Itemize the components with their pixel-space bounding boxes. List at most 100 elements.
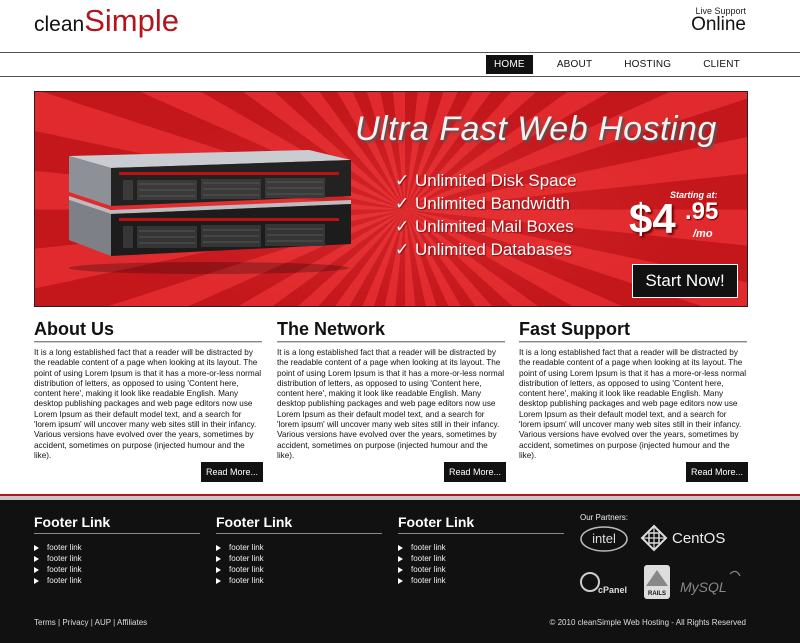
arrow-right-icon — [34, 544, 39, 551]
nav-home[interactable]: HOME — [486, 55, 533, 74]
hero-banner: Ultra Fast Web Hosting ✓ Unlimited Disk … — [34, 91, 748, 307]
footer-link-item[interactable]: footer link — [34, 542, 200, 553]
footer-link-item[interactable]: footer link — [216, 542, 382, 553]
arrow-right-icon — [398, 544, 403, 551]
footer-column-divider — [34, 533, 200, 534]
column-body: It is a long established fact that a rea… — [519, 348, 747, 460]
footer-link-item[interactable]: footer link — [216, 564, 382, 575]
footer-link[interactable]: footer link — [411, 565, 446, 574]
footer-link[interactable]: footer link — [411, 576, 446, 585]
footer-link[interactable]: footer link — [229, 565, 264, 574]
footer-link[interactable]: footer link — [229, 543, 264, 552]
footer-column-title: Footer Link — [398, 514, 475, 530]
footer-link-item[interactable]: footer link — [34, 553, 200, 564]
footer-column: Footer Link footer link footer link foot… — [34, 514, 200, 586]
arrow-right-icon — [216, 544, 221, 551]
footer-link-item[interactable]: footer link — [398, 575, 564, 586]
footer-column-divider — [216, 533, 382, 534]
price-cents: .95 — [685, 198, 719, 225]
column-body: It is a long established fact that a rea… — [34, 348, 262, 460]
check-icon: ✓ — [395, 171, 410, 190]
svg-text:MySQL: MySQL — [680, 579, 727, 595]
arrow-right-icon — [34, 555, 39, 562]
logo-text-clean: clean — [34, 13, 85, 36]
footer-link-item[interactable]: footer link — [216, 553, 382, 564]
footer-link[interactable]: footer link — [47, 554, 82, 563]
header-divider-bottom — [0, 76, 800, 77]
site-header: cleanSimple Live Support Online — [0, 0, 800, 52]
site-logo[interactable]: cleanSimple — [34, 5, 179, 36]
footer-link-item[interactable]: footer link — [398, 553, 564, 564]
logo-text-simple: Simple — [84, 3, 179, 38]
column-title: The Network — [277, 319, 386, 339]
column-divider — [277, 341, 505, 343]
arrow-right-icon — [216, 566, 221, 573]
read-more-button[interactable]: Read More... — [201, 462, 264, 482]
read-more-button[interactable]: Read More... — [686, 462, 749, 482]
footer-link[interactable]: footer link — [411, 554, 446, 563]
footer-link-item[interactable]: footer link — [398, 564, 564, 575]
feature-label: Unlimited Disk Space — [415, 171, 577, 190]
aup-link[interactable]: AUP — [95, 618, 111, 627]
cpanel-logo: cPanel — [580, 572, 627, 595]
start-now-button[interactable]: Start Now! — [632, 264, 738, 298]
footer-link[interactable]: footer link — [411, 543, 446, 552]
nav-client[interactable]: CLIENT — [695, 55, 748, 74]
column-fast-support: Fast Support It is a long established fa… — [519, 318, 747, 461]
price-period: /mo — [693, 228, 713, 240]
feature-label: Unlimited Bandwidth — [415, 194, 570, 213]
footer-link-item[interactable]: footer link — [34, 575, 200, 586]
check-icon: ✓ — [395, 217, 410, 236]
price-tag: Starting at: $4 .95 /mo — [625, 190, 735, 250]
copyright: © 2010 cleanSimple Web Hosting - All Rig… — [549, 618, 746, 627]
footer-link[interactable]: footer link — [47, 543, 82, 552]
intel-logo: intel — [580, 526, 628, 552]
footer-link[interactable]: footer link — [229, 576, 264, 585]
rails-logo: RAILS — [644, 565, 670, 599]
footer-link-item[interactable]: footer link — [216, 575, 382, 586]
partner-logos: intel CentOS cPanel RAILS MySQL — [580, 524, 741, 599]
footer-link-item[interactable]: footer link — [34, 564, 200, 575]
main-nav: HOME ABOUT HOSTING CLIENT — [486, 55, 748, 74]
header-divider-top — [0, 52, 800, 53]
server-image — [69, 150, 351, 274]
arrow-right-icon — [34, 577, 39, 584]
footer-link[interactable]: footer link — [47, 576, 82, 585]
footer-column-title: Footer Link — [216, 514, 293, 530]
read-more-button[interactable]: Read More... — [444, 462, 507, 482]
footer-link[interactable]: footer link — [47, 565, 82, 574]
feature-list: ✓ Unlimited Disk Space ✓ Unlimited Bandwid… — [395, 169, 577, 261]
feature-item: ✓ Unlimited Bandwidth — [395, 192, 577, 215]
nav-about[interactable]: ABOUT — [549, 55, 600, 74]
footer-bottom-links: Terms | Privacy | AUP | Affiliates — [34, 618, 148, 627]
check-icon: ✓ — [395, 240, 410, 259]
partners-label: Our Partners: — [580, 513, 629, 522]
column-body: It is a long established fact that a rea… — [277, 348, 505, 460]
nav-hosting[interactable]: HOSTING — [616, 55, 679, 74]
live-support-status: Online — [691, 14, 746, 35]
price-dollars: $4 — [629, 195, 676, 242]
affiliates-link[interactable]: Affiliates — [117, 618, 147, 627]
feature-label: Unlimited Databases — [415, 240, 572, 259]
column-the-network: The Network It is a long established fac… — [277, 318, 505, 461]
live-support[interactable]: Live Support Online — [691, 6, 746, 34]
svg-text:intel: intel — [592, 531, 616, 546]
arrow-right-icon — [216, 577, 221, 584]
feature-label: Unlimited Mail Boxes — [415, 217, 574, 236]
svg-text:cPanel: cPanel — [598, 585, 627, 595]
terms-link[interactable]: Terms — [34, 618, 56, 627]
svg-text:RAILS: RAILS — [648, 591, 666, 597]
arrow-right-icon — [398, 555, 403, 562]
check-icon: ✓ — [395, 194, 410, 213]
site-footer: Footer Link footer link footer link foot… — [0, 500, 800, 643]
column-about-us: About Us It is a long established fact t… — [34, 318, 262, 461]
footer-link[interactable]: footer link — [229, 554, 264, 563]
column-divider — [519, 341, 747, 343]
feature-item: ✓ Unlimited Disk Space — [395, 169, 577, 192]
footer-link-item[interactable]: footer link — [398, 542, 564, 553]
privacy-link[interactable]: Privacy — [62, 618, 88, 627]
footer-column-title: Footer Link — [34, 514, 111, 530]
column-divider — [34, 341, 262, 343]
mysql-logo: MySQL — [680, 570, 741, 595]
svg-text:CentOS: CentOS — [672, 530, 725, 547]
